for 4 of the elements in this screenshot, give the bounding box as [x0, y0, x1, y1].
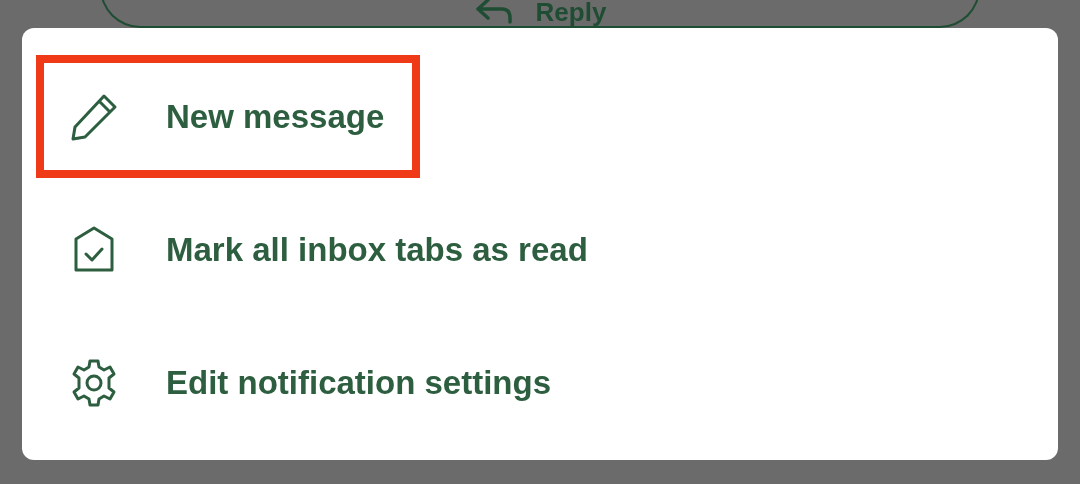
reply-arrow-icon	[473, 0, 514, 26]
menu-item[interactable]: New message	[36, 55, 421, 178]
menu-item[interactable]: Mark all inbox tabs as read	[36, 188, 624, 311]
menu-item[interactable]: Edit notification settings	[36, 321, 587, 444]
